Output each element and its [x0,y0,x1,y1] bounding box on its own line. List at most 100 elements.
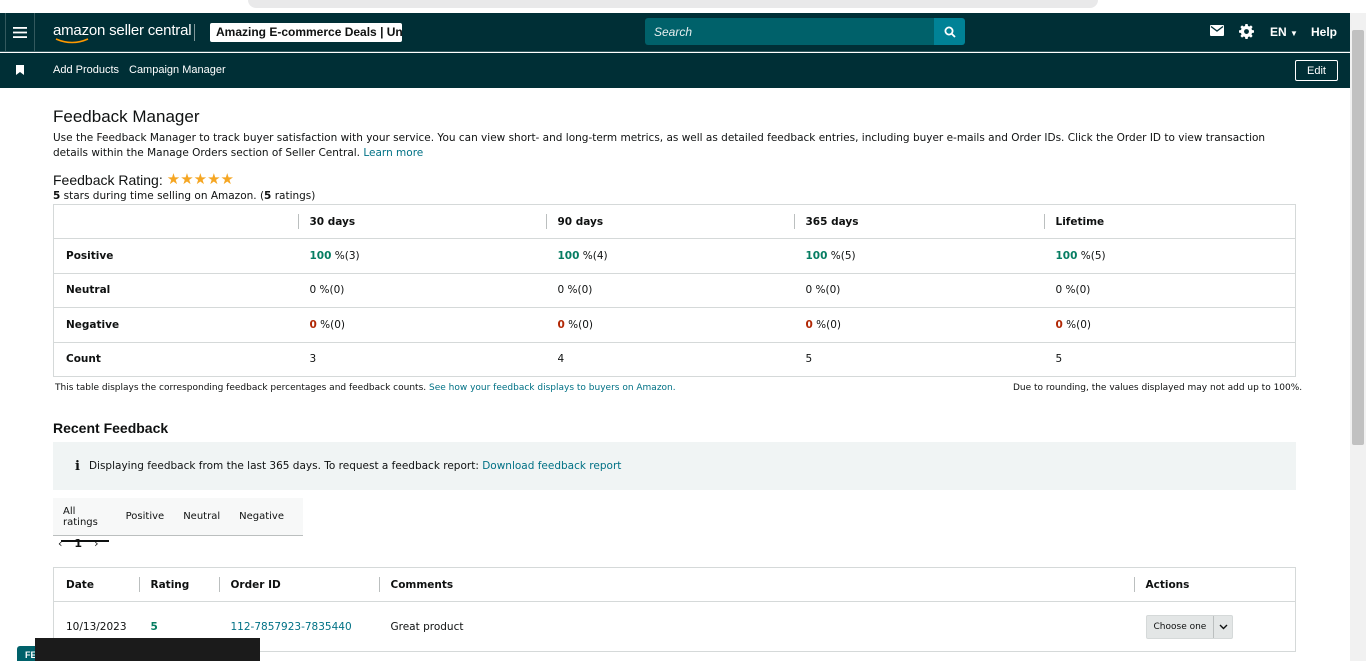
page-title: Feedback Manager [53,107,200,126]
mail-button[interactable] [1210,25,1224,36]
search-input[interactable]: Search [645,18,934,45]
rounding-note: Due to rounding, the values displayed ma… [1013,383,1303,393]
logo-divider [194,24,195,41]
row-label: Positive [53,238,298,274]
feedback-rating-heading: Feedback Rating: ★ ★ ★ ★ ★ [53,172,234,188]
metric-cell: 0 %(0) [545,307,794,343]
star-icon: ★ [207,171,221,188]
store-name: Amazing E-commerce Deals | Uni... [216,25,402,39]
rating-summary: 5 stars during time selling on Amazon. (… [53,190,315,202]
metric-cell: 0 %(0) [1043,273,1296,308]
amazon-smile-icon [55,38,89,44]
search-button[interactable] [934,18,965,45]
browser-address-bar[interactable] [248,0,1098,8]
col-header-date[interactable]: Date [53,567,139,602]
feedback-display-link[interactable]: See how your feedback displays to buyers… [429,383,676,393]
metric-cell: 100 %(5) [1043,238,1296,274]
next-page-icon[interactable]: › [94,537,98,550]
gear-icon [1239,24,1254,39]
row-label: Negative [53,307,298,343]
action-dropdown[interactable]: Choose one [1145,614,1234,639]
video-overlay [35,638,260,661]
search-placeholder: Search [654,25,693,39]
top-bar: amazon seller central Amazing E-commerce… [0,13,1350,52]
feedback-actions: Choose one [1133,601,1296,652]
rating-count: 5 [264,190,272,202]
tab-all-ratings[interactable]: All ratings [61,500,109,542]
pagination: ‹ 1 › [58,537,110,550]
rating-label: Feedback Rating: [53,172,163,188]
download-report-link[interactable]: Download feedback report [482,460,621,472]
metric-cell: 3 [297,342,546,377]
page-intro: Use the Feedback Manager to track buyer … [53,131,1293,161]
metrics-note: This table displays the corresponding fe… [55,383,676,393]
metric-cell: 100 %(5) [793,238,1044,274]
star-icon: ★ [180,171,194,188]
page-number[interactable]: 1 [74,537,82,550]
metric-cell: 5 [1043,342,1296,377]
star-icon: ★ [193,171,208,188]
metrics-note-text: This table displays the corresponding fe… [55,383,427,393]
search-icon [944,26,956,38]
metric-cell: 100 %(4) [545,238,794,274]
tab-positive[interactable]: Positive [126,505,165,528]
action-dropdown-label: Choose one [1153,621,1207,632]
col-header-365-days: 365 days [793,204,1044,239]
metric-cell: 0 %(0) [793,273,1044,308]
scrollbar-thumb[interactable] [1352,30,1364,445]
store-selector[interactable]: Amazing E-commerce Deals | Uni... [210,23,402,42]
learn-more-link[interactable]: Learn more [363,147,423,159]
intro-text: Use the Feedback Manager to track buyer … [53,132,1266,159]
tab-negative[interactable]: Negative [239,505,284,528]
feedback-comment: Great product [378,601,1134,652]
edit-bookmarks-button[interactable]: Edit [1295,60,1338,81]
rating-stars: ★ ★ ★ ★ ★ [167,171,234,188]
rating-filter-tabs: All ratings Positive Neutral Negative [53,498,303,542]
metrics-row-negative: Negative 0 %(0) 0 %(0) 0 %(0) 0 %(0) [53,307,1296,343]
chevron-down-icon [1213,615,1232,638]
metric-cell: 0 %(0) [1043,307,1296,343]
hamburger-menu-button[interactable] [5,13,35,52]
bookmark-icon[interactable] [16,65,24,75]
feedback-metrics-table: 30 days 90 days 365 days Lifetime Positi… [53,204,1296,377]
info-text: Displaying feedback from the last 365 da… [88,460,479,472]
star-icon: ★ [220,171,234,188]
rating-sub-text: stars during time selling on Amazon. ( [63,190,265,202]
col-header-90-days: 90 days [545,204,794,239]
metric-cell: 0 %(0) [793,307,1044,343]
help-link[interactable]: Help [1311,25,1337,39]
bookmark-bar: Add Products Campaign Manager Edit [0,53,1350,88]
settings-button[interactable] [1239,24,1254,39]
nav-campaign-manager[interactable]: Campaign Manager [129,64,226,76]
metrics-row-neutral: Neutral 0 %(0) 0 %(0) 0 %(0) 0 %(0) [53,273,1296,308]
col-header-comments: Comments [378,567,1134,602]
seller-central-logo[interactable]: amazon seller central [53,22,192,44]
metric-cell: 0 %(0) [297,307,546,343]
info-alert: i Displaying feedback from the last 365 … [53,442,1296,490]
recent-feedback-heading: Recent Feedback [53,420,169,436]
metrics-header-row: 30 days 90 days 365 days Lifetime [53,204,1296,239]
rating-stars-value: 5 [53,190,61,202]
metric-cell: 0 %(0) [297,273,546,308]
info-icon: i [75,458,80,474]
prev-page-icon[interactable]: ‹ [58,537,62,550]
mail-icon [1210,25,1224,36]
metrics-corner-cell [53,204,298,239]
tab-neutral[interactable]: Neutral [183,505,220,528]
logo-text: amazon seller central [53,22,192,39]
language-selector[interactable]: EN ▼ [1270,25,1298,39]
metrics-row-positive: Positive 100 %(3) 100 %(4) 100 %(5) 100 … [53,238,1296,274]
rating-sub-end: ratings) [274,190,316,202]
chevron-down-icon: ▼ [1290,29,1298,38]
col-header-lifetime: Lifetime [1043,204,1296,239]
col-header-order-id[interactable]: Order ID [218,567,379,602]
language-label: EN [1270,25,1287,39]
feedback-header-row: Date Rating Order ID Comments Actions [53,567,1296,602]
nav-add-products[interactable]: Add Products [53,64,119,76]
row-label: Count [53,342,298,377]
hamburger-icon [13,27,27,38]
metric-cell: 5 [793,342,1044,377]
browser-chrome [0,0,1366,13]
col-header-rating[interactable]: Rating [138,567,219,602]
metrics-row-count: Count 3 4 5 5 [53,342,1296,377]
